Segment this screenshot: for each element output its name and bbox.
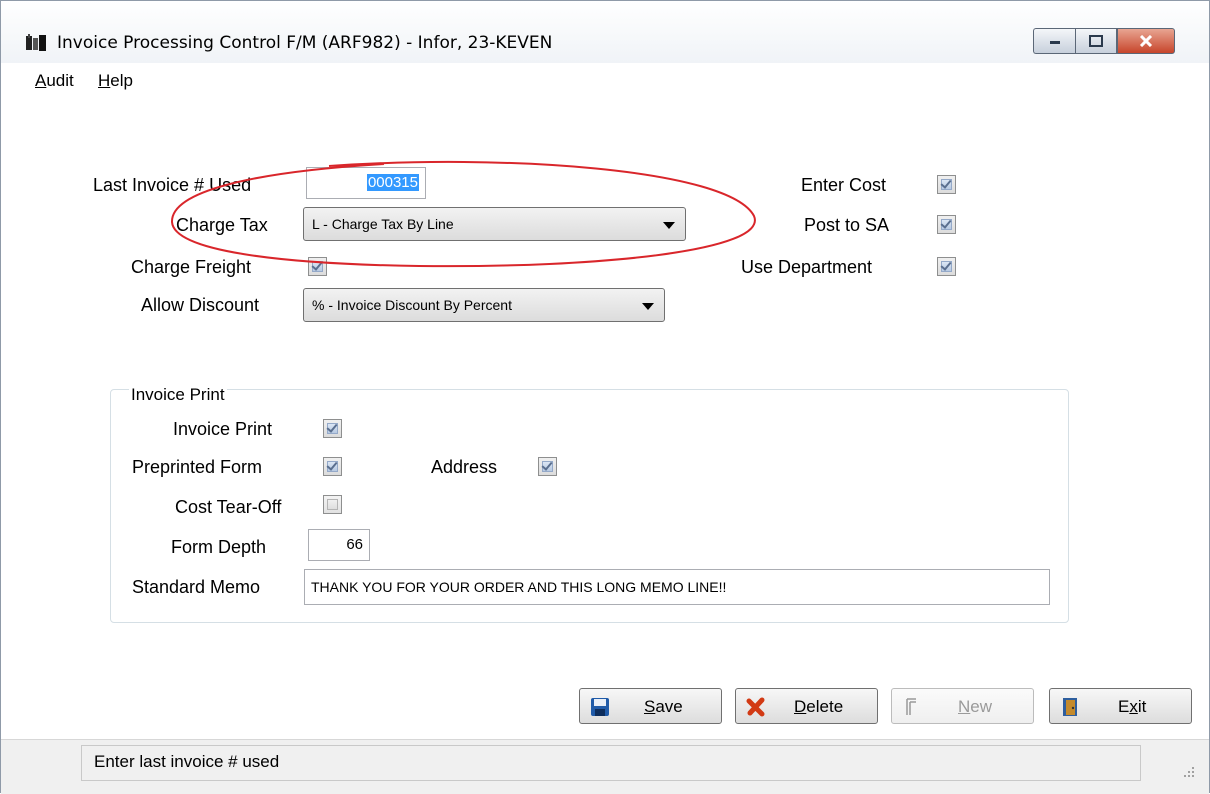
window-title: Invoice Processing Control F/M (ARF982) … (57, 33, 553, 53)
maximize-button[interactable] (1075, 28, 1117, 54)
charge-tax-value: L - Charge Tax By Line (312, 216, 454, 232)
menu-help[interactable]: Help (98, 71, 133, 91)
preprinted-form-checkbox[interactable] (323, 457, 342, 476)
charge-tax-label: Charge Tax (176, 215, 268, 235)
charge-tax-dropdown[interactable]: L - Charge Tax By Line (303, 207, 686, 241)
post-to-sa-label: Post to SA (804, 215, 890, 235)
allow-discount-dropdown[interactable]: % - Invoice Discount By Percent (303, 288, 665, 322)
use-department-checkbox[interactable] (937, 257, 956, 276)
exit-button[interactable]: Exit (1049, 688, 1192, 724)
standard-memo-value: THANK YOU FOR YOUR ORDER AND THIS LONG M… (311, 579, 727, 595)
delete-button[interactable]: Delete (735, 688, 878, 724)
exit-door-icon (1063, 698, 1077, 716)
allow-discount-value: % - Invoice Discount By Percent (312, 297, 512, 313)
form-depth-input[interactable]: 66 (308, 529, 370, 561)
enter-cost-label: Enter Cost (801, 175, 887, 195)
invoice-print-checkbox[interactable] (323, 419, 342, 438)
last-invoice-label: Last Invoice # Used (93, 175, 252, 195)
menu-bar (1, 63, 1209, 93)
title-bar[interactable]: Invoice Processing Control F/M (ARF982) … (1, 1, 1209, 63)
application-window: Invoice Processing Control F/M (ARF982) … (0, 0, 1210, 794)
charge-freight-label: Charge Freight (131, 257, 252, 277)
minimize-icon (1049, 41, 1060, 44)
preprinted-form-label: Preprinted Form (132, 457, 263, 477)
form-depth-label: Form Depth (171, 537, 267, 557)
use-department-label: Use Department (741, 257, 873, 277)
new-button[interactable]: New (891, 688, 1034, 724)
standard-memo-label: Standard Memo (132, 577, 261, 597)
invoice-print-label: Invoice Print (173, 419, 273, 439)
status-message: Enter last invoice # used (94, 752, 280, 771)
delete-x-icon (746, 697, 765, 717)
save-button[interactable]: Save (579, 688, 722, 724)
last-invoice-input[interactable]: 000315 (306, 167, 426, 199)
allow-discount-label: Allow Discount (141, 295, 260, 315)
new-document-icon (906, 698, 916, 715)
chevron-down-icon (663, 222, 675, 229)
menu-audit[interactable]: Audit (35, 71, 74, 91)
standard-memo-input[interactable]: THANK YOU FOR YOUR ORDER AND THIS LONG M… (304, 569, 1050, 605)
app-icon (26, 34, 46, 51)
maximize-icon (1089, 35, 1103, 47)
last-invoice-value: 000315 (366, 174, 419, 191)
enter-cost-checkbox[interactable] (937, 175, 956, 194)
charge-freight-checkbox[interactable] (308, 257, 327, 276)
post-to-sa-checkbox[interactable] (937, 215, 956, 234)
form-depth-value: 66 (346, 536, 363, 553)
invoice-print-group-title: Invoice Print (129, 385, 227, 405)
resize-grip-icon[interactable] (1181, 764, 1195, 778)
minimize-button[interactable] (1033, 28, 1075, 54)
floppy-disk-icon (591, 698, 609, 716)
address-label: Address (431, 457, 498, 477)
chevron-down-icon (642, 303, 654, 310)
status-message-panel: Enter last invoice # used (81, 745, 1141, 781)
address-checkbox[interactable] (538, 457, 557, 476)
close-button[interactable] (1117, 28, 1175, 54)
close-icon (1139, 35, 1153, 47)
cost-tear-off-label: Cost Tear-Off (175, 497, 282, 517)
cost-tear-off-checkbox[interactable] (323, 495, 342, 514)
